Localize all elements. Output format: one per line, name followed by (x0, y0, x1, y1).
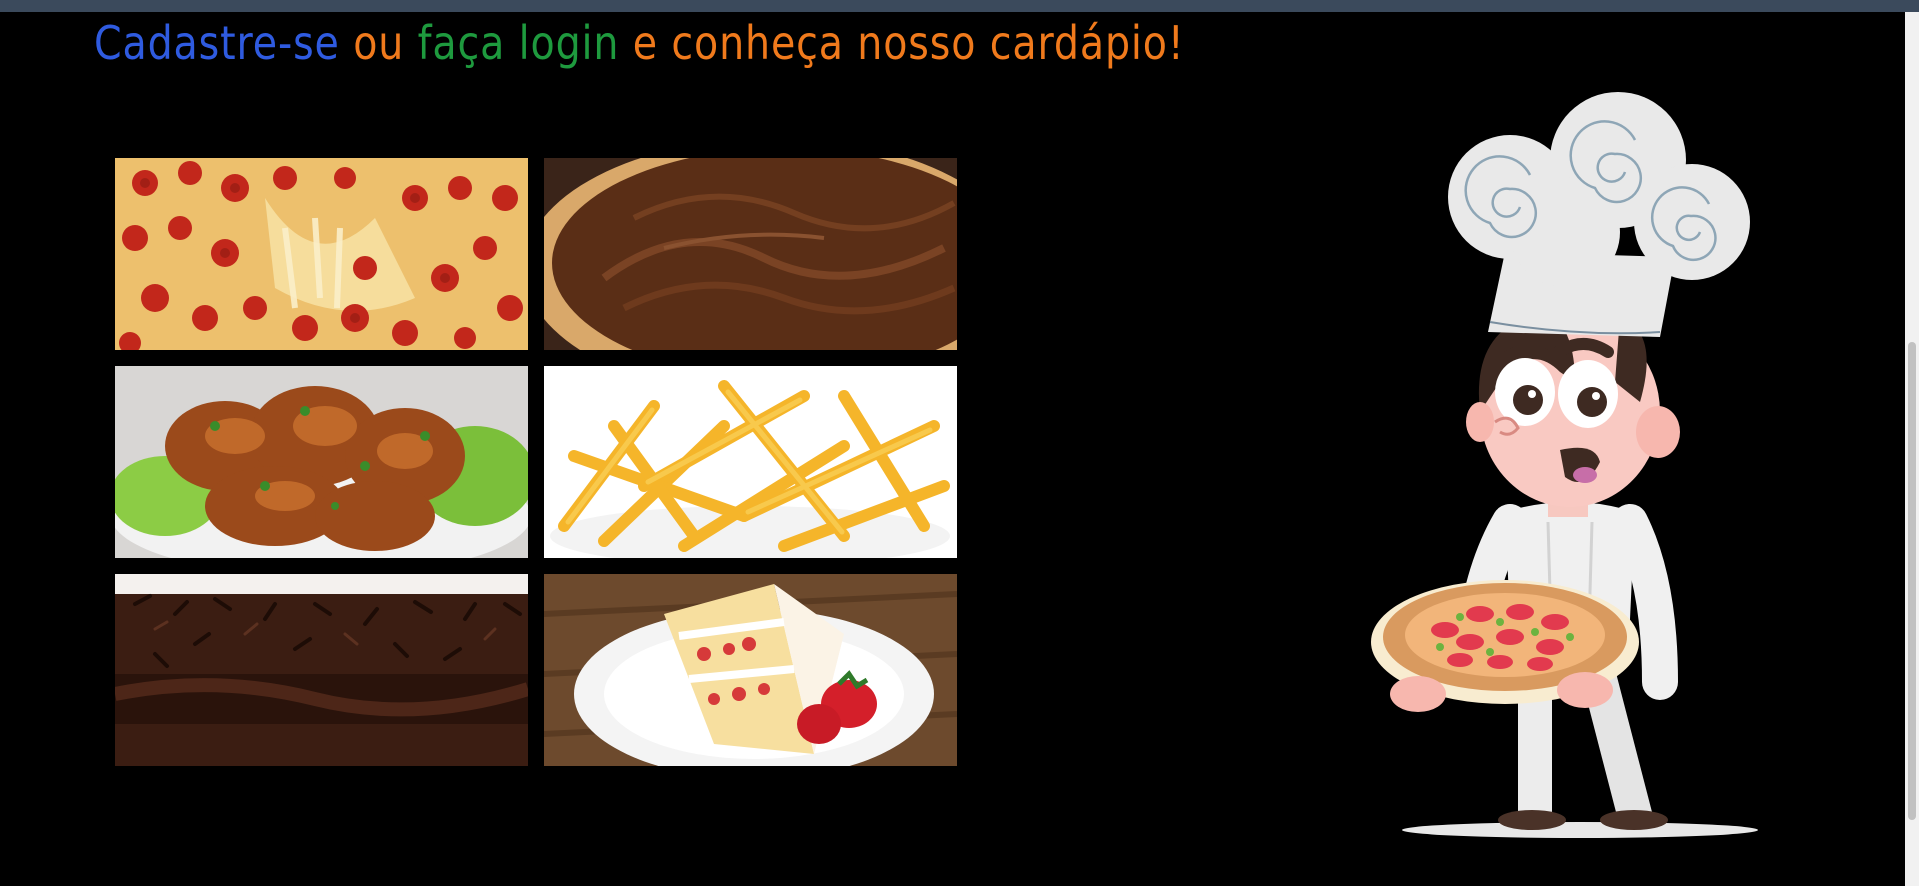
pepperoni-pizza-image (115, 158, 528, 350)
chocolate-cake-image (115, 574, 528, 766)
strawberry-cake-image (544, 574, 957, 766)
scrollbar-thumb[interactable] (1908, 342, 1916, 820)
chef-holding-pizza-illustration (1360, 82, 1800, 842)
headline-login-text: faça login (417, 16, 620, 70)
page-headline: Cadastre-se ou faça login e conheça noss… (94, 8, 1185, 78)
headline-menu-text: e conheça nosso cardápio! (619, 16, 1185, 70)
headline-signup-text: Cadastre-se (94, 16, 340, 70)
chocolate-pizza-image (544, 158, 957, 350)
food-gallery (115, 158, 957, 766)
french-fries-image (544, 366, 957, 558)
page-scrollbar[interactable] (1905, 12, 1919, 886)
headline-or-text: ou (339, 16, 418, 70)
fried-chicken-image (115, 366, 528, 558)
